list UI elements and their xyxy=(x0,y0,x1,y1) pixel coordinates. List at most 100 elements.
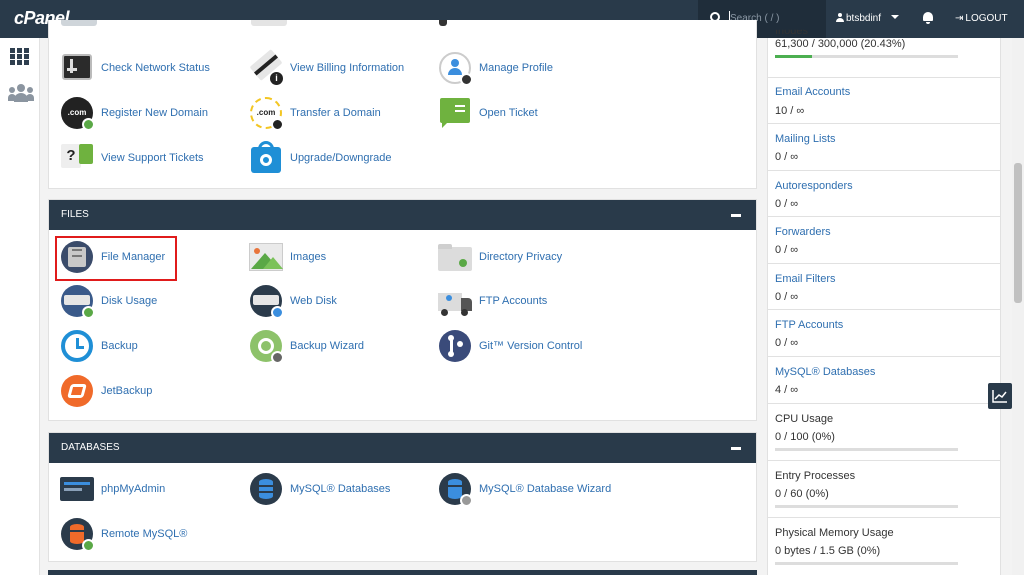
stat-inodes: Inodes 61,300 / 300,000 (20.43%) xyxy=(768,28,1000,78)
stat-entry-processes: Entry Processes 0 / 60 (0%) xyxy=(768,461,1000,518)
stat-email-filters[interactable]: Email Filters 0 / ∞ xyxy=(768,264,1000,310)
files-item-jetbackup[interactable]: JetBackup xyxy=(59,371,152,411)
logout-label: LOGOUT xyxy=(965,13,1008,24)
user-icon xyxy=(836,13,844,22)
files-item-images[interactable]: Images xyxy=(248,237,326,277)
phpmyadmin-icon xyxy=(59,471,95,507)
stat-progress-bar xyxy=(775,562,958,565)
stat-mysql-databases[interactable]: MySQL® Databases 4 / ∞ xyxy=(768,357,1000,404)
item-label: JetBackup xyxy=(101,385,153,397)
item-label: Register New Domain xyxy=(101,107,208,119)
directory-privacy-icon xyxy=(437,239,473,275)
stat-title[interactable]: Forwarders xyxy=(775,226,831,238)
stat-title[interactable]: FTP Accounts xyxy=(775,319,843,331)
images-icon xyxy=(248,239,284,275)
files-item-web-disk[interactable]: Web Disk xyxy=(248,281,337,321)
item-label: Backup Wizard xyxy=(290,340,364,352)
page-scrollbar[interactable] xyxy=(1012,38,1024,575)
files-item-backup[interactable]: Backup xyxy=(59,326,138,366)
notifications-bell-icon[interactable] xyxy=(922,12,934,24)
databases-item-phpmyadmin[interactable]: phpMyAdmin xyxy=(59,469,165,509)
stat-progress-bar xyxy=(775,448,958,451)
stat-value: 0 / 100 (0%) xyxy=(775,431,835,443)
item-label: Backup xyxy=(101,340,138,352)
item-label: MySQL® Database Wizard xyxy=(479,483,612,495)
files-item-backup-wizard[interactable]: Backup Wizard xyxy=(248,326,364,366)
databases-item-remote-mysql[interactable]: Remote MySQL® xyxy=(59,514,187,554)
stat-progress-bar xyxy=(775,505,958,508)
stat-value: 0 / ∞ xyxy=(775,198,799,210)
item-label: Images xyxy=(290,251,327,263)
ticket-icon xyxy=(437,95,473,131)
backup-wizard-icon xyxy=(248,328,284,364)
register-domain-icon: .com xyxy=(59,95,95,131)
scrollbar-thumb[interactable] xyxy=(1014,163,1022,303)
files-item-directory-privacy[interactable]: Directory Privacy xyxy=(437,237,562,277)
general-information-panel: Check Network Status i View Billing Info… xyxy=(48,20,757,189)
general-item-check-network-status[interactable]: Check Network Status xyxy=(59,48,210,88)
item-label: Open Ticket xyxy=(479,107,538,119)
general-item-view-support-tickets[interactable]: ? View Support Tickets xyxy=(59,138,204,178)
stats-chart-toggle-button[interactable] xyxy=(988,383,1012,409)
mysql-wizard-icon xyxy=(437,471,473,507)
stat-forwarders[interactable]: Forwarders 0 / ∞ xyxy=(768,217,1000,264)
tools-grid-icon[interactable] xyxy=(10,48,30,66)
stat-autoresponders[interactable]: Autoresponders 0 / ∞ xyxy=(768,171,1000,217)
item-label: View Billing Information xyxy=(290,62,405,74)
remote-mysql-icon xyxy=(59,516,95,552)
stat-title[interactable]: Mailing Lists xyxy=(775,133,836,145)
stat-physical-memory-usage: Physical Memory Usage 0 bytes / 1.5 GB (… xyxy=(768,518,1000,575)
stat-email-accounts[interactable]: Email Accounts 10 / ∞ xyxy=(768,78,1000,124)
stat-title[interactable]: MySQL® Databases xyxy=(775,366,875,378)
support-tickets-icon: ? xyxy=(59,140,95,176)
stat-title[interactable]: Autoresponders xyxy=(775,180,853,192)
upgrade-icon xyxy=(248,140,284,176)
item-label: phpMyAdmin xyxy=(101,483,166,495)
logout-icon: ⇥ xyxy=(955,13,964,24)
stat-title: CPU Usage xyxy=(775,413,834,425)
files-item-ftp-accounts[interactable]: FTP Accounts xyxy=(437,281,547,321)
mysql-databases-icon xyxy=(248,471,284,507)
item-label: Disk Usage xyxy=(101,295,158,307)
databases-item-mysql-database-wizard[interactable]: MySQL® Database Wizard xyxy=(437,469,611,509)
panel-title: DATABASES xyxy=(61,442,120,453)
user-menu[interactable]: btsbdinf xyxy=(836,13,900,24)
files-item-disk-usage[interactable]: Disk Usage xyxy=(59,281,157,321)
next-panel-header xyxy=(48,570,757,575)
chevron-down-icon xyxy=(891,15,900,19)
item-label: Remote MySQL® xyxy=(101,528,188,540)
item-label: FTP Accounts xyxy=(479,295,548,307)
ftp-accounts-icon xyxy=(437,283,473,319)
general-item-open-ticket[interactable]: Open Ticket xyxy=(437,93,538,133)
stat-ftp-accounts[interactable]: FTP Accounts 0 / ∞ xyxy=(768,310,1000,357)
file-manager-highlight-box xyxy=(55,236,177,281)
databases-panel-header[interactable]: DATABASES xyxy=(49,433,756,463)
item-label: Web Disk xyxy=(290,295,337,307)
line-chart-icon xyxy=(992,390,1007,403)
logout-button[interactable]: ⇥ LOGOUT xyxy=(955,13,1008,24)
general-item-manage-profile[interactable]: Manage Profile xyxy=(437,48,553,88)
collapse-minus-icon[interactable] xyxy=(731,214,741,217)
files-panel-header[interactable]: FILES xyxy=(49,200,756,230)
stat-value: 0 / ∞ xyxy=(775,244,799,256)
item-label: Upgrade/Downgrade xyxy=(290,152,392,164)
users-icon[interactable] xyxy=(8,84,34,102)
username: btsbdinf xyxy=(846,13,882,24)
stat-mailing-lists[interactable]: Mailing Lists 0 / ∞ xyxy=(768,124,1000,171)
databases-item-mysql-databases[interactable]: MySQL® Databases xyxy=(248,469,390,509)
general-item-register-new-domain[interactable]: .com Register New Domain xyxy=(59,93,208,133)
statistics-sidebar: Inodes 61,300 / 300,000 (20.43%) Email A… xyxy=(767,30,1001,575)
collapse-minus-icon[interactable] xyxy=(731,447,741,450)
stat-title[interactable]: Email Accounts xyxy=(775,86,850,98)
git-icon xyxy=(437,328,473,364)
item-label: MySQL® Databases xyxy=(290,483,391,495)
network-status-icon xyxy=(59,50,95,86)
item-label: View Support Tickets xyxy=(101,152,204,164)
general-item-transfer-a-domain[interactable]: .com Transfer a Domain xyxy=(248,93,381,133)
stat-value: 0 / ∞ xyxy=(775,337,799,349)
jetbackup-icon xyxy=(59,373,95,409)
files-item-git-version-control[interactable]: Git™ Version Control xyxy=(437,326,582,366)
general-item-upgrade-downgrade[interactable]: Upgrade/Downgrade xyxy=(248,138,392,178)
stat-title[interactable]: Email Filters xyxy=(775,273,836,285)
general-item-view-billing-information[interactable]: i View Billing Information xyxy=(248,48,404,88)
